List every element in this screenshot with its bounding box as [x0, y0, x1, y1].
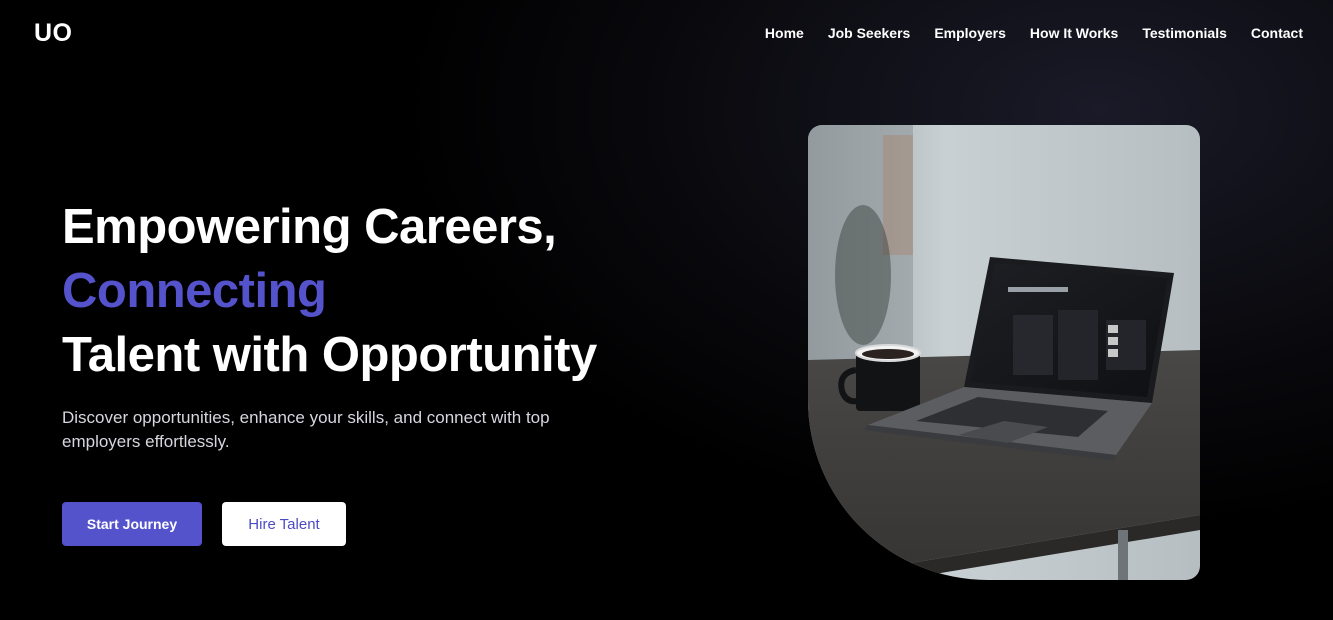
hero-actions: Start Journey Hire Talent	[62, 502, 346, 546]
hero-heading-line-2: Connecting	[62, 264, 327, 318]
hero-heading-line-3: Talent with Opportunity	[62, 328, 597, 382]
start-journey-button[interactable]: Start Journey	[62, 502, 202, 546]
nav-how-it-works[interactable]: How It Works	[1030, 25, 1118, 41]
laptop-desk-photo	[808, 125, 1200, 580]
hero-section: Empowering Careers, Connecting Talent wi…	[62, 195, 702, 471]
nav-contact[interactable]: Contact	[1251, 25, 1303, 41]
brand-logo[interactable]: UO	[34, 19, 73, 48]
nav-job-seekers[interactable]: Job Seekers	[828, 25, 911, 41]
nav-employers[interactable]: Employers	[934, 25, 1006, 41]
main-nav: Home Job Seekers Employers How It Works …	[765, 25, 1303, 41]
hero-subtitle: Discover opportunities, enhance your ski…	[62, 408, 550, 451]
hire-talent-button[interactable]: Hire Talent	[222, 502, 346, 546]
nav-testimonials[interactable]: Testimonials	[1142, 25, 1227, 41]
hero-heading-line-1: Empowering Careers,	[62, 200, 557, 254]
nav-home[interactable]: Home	[765, 25, 804, 41]
hero-image	[808, 125, 1200, 580]
